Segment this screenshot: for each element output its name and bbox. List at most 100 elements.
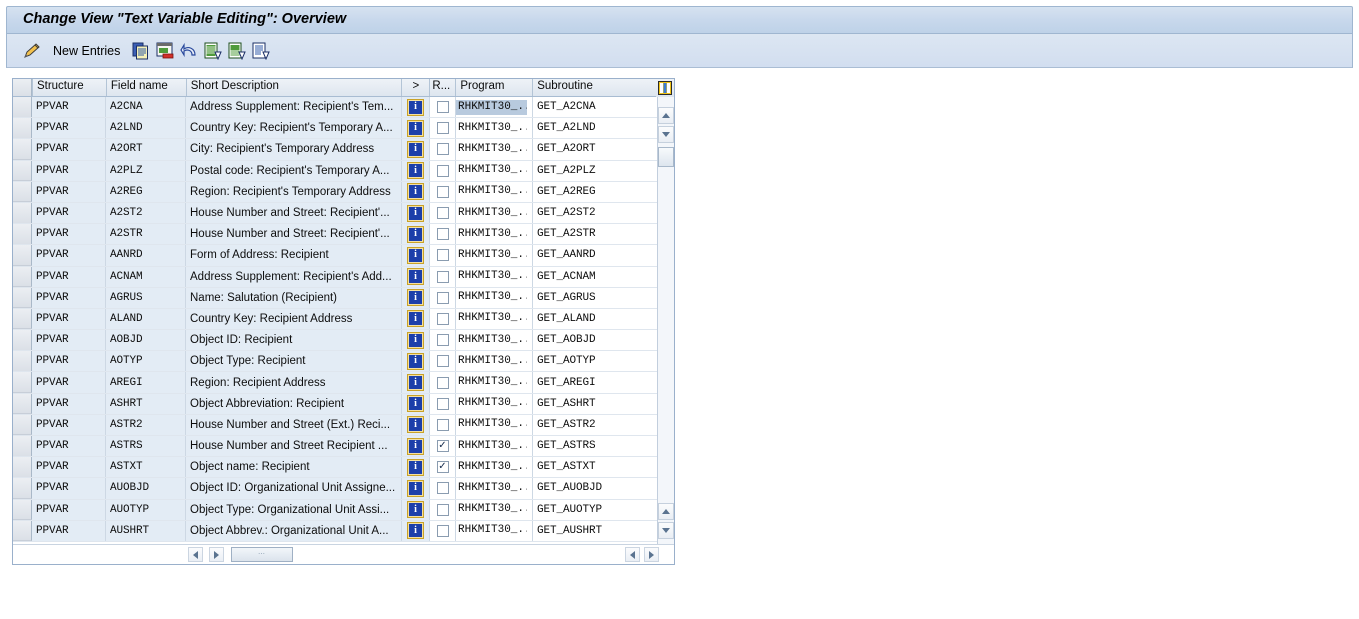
- cell-r-checkbox[interactable]: ✓: [430, 436, 456, 457]
- program-input[interactable]: RHKMIT30_...: [456, 269, 527, 284]
- row-select-handle[interactable]: [13, 372, 32, 393]
- info-icon[interactable]: i: [408, 417, 423, 433]
- cell-structure[interactable]: PPVAR: [32, 118, 106, 139]
- row-select-handle[interactable]: [13, 287, 32, 308]
- info-icon[interactable]: i: [408, 226, 423, 242]
- program-input[interactable]: RHKMIT30_...: [456, 311, 527, 326]
- cell-program[interactable]: RHKMIT30_...: [456, 436, 533, 457]
- row-select-handle[interactable]: [13, 351, 32, 372]
- table-row[interactable]: PPVAR ASTRS House Number and Street Recipi…: [13, 436, 674, 458]
- program-input[interactable]: RHKMIT30_...: [456, 502, 527, 517]
- row-select-handle[interactable]: [13, 457, 32, 478]
- program-input[interactable]: RHKMIT30_...: [456, 396, 527, 411]
- program-input[interactable]: RHKMIT30_...: [456, 227, 527, 242]
- cell-structure[interactable]: PPVAR: [32, 520, 106, 541]
- row-select-handle[interactable]: [13, 181, 32, 202]
- cell-info[interactable]: i: [402, 287, 430, 308]
- table-row[interactable]: PPVAR A2ST2 House Number and Street: Recip…: [13, 202, 674, 225]
- cell-program[interactable]: RHKMIT30_...: [456, 351, 533, 372]
- vertical-scroll-thumb[interactable]: [658, 147, 674, 167]
- cell-r-checkbox[interactable]: [430, 330, 456, 351]
- grid-settings-button[interactable]: [656, 79, 674, 97]
- select-all-column-header[interactable]: [13, 79, 33, 96]
- table-row[interactable]: PPVAR ASTXT Object name: Recipient i ✓ RHKMIT…: [13, 457, 674, 479]
- table-row[interactable]: PPVAR ALAND Country Key: Recipient Address…: [13, 308, 674, 331]
- table-row[interactable]: PPVAR A2PLZ Postal code: Recipient's Tempo…: [13, 160, 674, 182]
- info-icon[interactable]: i: [408, 99, 423, 115]
- cell-structure[interactable]: PPVAR: [32, 266, 106, 287]
- cell-subroutine[interactable]: GET_ASTXT: [533, 457, 674, 478]
- info-icon[interactable]: i: [408, 480, 423, 496]
- page-down-button[interactable]: [658, 522, 674, 539]
- row-select-button[interactable]: [13, 224, 32, 245]
- info-icon[interactable]: i: [408, 311, 423, 327]
- cell-r-checkbox[interactable]: [430, 245, 456, 266]
- deselect-all-button[interactable]: [228, 40, 246, 62]
- cell-subroutine[interactable]: GET_A2LND: [533, 118, 674, 139]
- cell-short_description[interactable]: Object Type: Recipient: [186, 351, 402, 372]
- cell-subroutine[interactable]: GET_ASTRS: [533, 436, 674, 457]
- cell-field_name[interactable]: AGRUS: [106, 287, 186, 308]
- cell-field_name[interactable]: A2REG: [106, 181, 186, 202]
- row-checkbox[interactable]: [436, 334, 449, 347]
- display-change-button[interactable]: [22, 40, 42, 62]
- cell-subroutine[interactable]: GET_AOBJD: [533, 330, 674, 351]
- program-input[interactable]: RHKMIT30_...: [456, 142, 527, 157]
- table-row[interactable]: PPVAR AANRD Form of Address: Recipient i RHK…: [13, 245, 674, 267]
- cell-field_name[interactable]: ASTXT: [106, 457, 186, 478]
- cell-subroutine[interactable]: GET_AREGI: [533, 372, 674, 393]
- table-row[interactable]: PPVAR AUOBJD Object ID: Organizational Uni…: [13, 478, 674, 500]
- info-icon[interactable]: i: [408, 502, 423, 518]
- cell-info[interactable]: i: [402, 224, 430, 245]
- row-checkbox[interactable]: [436, 312, 449, 325]
- table-row[interactable]: PPVAR A2CNA Address Supplement: Recipient'…: [13, 97, 674, 119]
- row-select-button[interactable]: [13, 139, 32, 160]
- cell-info[interactable]: i: [402, 118, 430, 139]
- cell-subroutine[interactable]: GET_ASHRT: [533, 393, 674, 414]
- table-row[interactable]: PPVAR AREGI Region: Recipient Address i RHKM…: [13, 372, 674, 394]
- cell-program[interactable]: RHKMIT30_...: [456, 308, 533, 330]
- cell-program[interactable]: RHKMIT30_...: [456, 372, 533, 393]
- row-checkbox[interactable]: [436, 503, 449, 516]
- cell-structure[interactable]: PPVAR: [32, 351, 106, 372]
- cell-program[interactable]: RHKMIT30_...: [456, 393, 533, 414]
- new-entries-button[interactable]: New Entries: [53, 40, 120, 62]
- row-select-handle[interactable]: [13, 118, 32, 139]
- cell-info[interactable]: i: [402, 393, 430, 414]
- row-checkbox[interactable]: [436, 185, 449, 198]
- cell-program[interactable]: RHKMIT30_...: [456, 414, 533, 435]
- cell-info[interactable]: i: [402, 181, 430, 202]
- table-row[interactable]: PPVAR AOTYP Object Type: Recipient i RHKMIT3…: [13, 351, 674, 373]
- cell-structure[interactable]: PPVAR: [32, 457, 106, 478]
- cell-info[interactable]: i: [402, 351, 430, 372]
- row-checkbox[interactable]: ✓: [436, 440, 449, 453]
- row-select-button[interactable]: [13, 266, 32, 287]
- cell-subroutine[interactable]: GET_AANRD: [533, 245, 674, 266]
- row-select-handle[interactable]: [13, 414, 32, 435]
- cell-r-checkbox[interactable]: [430, 181, 456, 202]
- program-input[interactable]: RHKMIT30_...: [456, 184, 527, 199]
- info-icon[interactable]: i: [408, 247, 423, 263]
- cell-structure[interactable]: PPVAR: [32, 139, 106, 160]
- cell-short_description[interactable]: Object name: Recipient: [186, 457, 402, 478]
- delete-button[interactable]: [156, 40, 174, 62]
- cell-subroutine[interactable]: GET_A2ORT: [533, 139, 674, 160]
- horizontal-scroll-thumb[interactable]: ⋯: [231, 547, 293, 562]
- info-icon[interactable]: i: [408, 290, 423, 306]
- cell-r-checkbox[interactable]: [430, 520, 456, 541]
- cell-r-checkbox[interactable]: [430, 266, 456, 287]
- row-select-handle[interactable]: [13, 393, 32, 414]
- column-header-subroutine[interactable]: Subroutine: [533, 79, 674, 96]
- info-icon[interactable]: i: [408, 353, 423, 369]
- row-select-button[interactable]: [13, 393, 32, 414]
- table-row[interactable]: PPVAR A2ORT City: Recipient's Temporary Ad…: [13, 139, 674, 161]
- row-checkbox[interactable]: [436, 143, 449, 156]
- row-select-button[interactable]: [13, 202, 32, 224]
- info-icon[interactable]: i: [408, 396, 423, 412]
- cell-r-checkbox[interactable]: [430, 499, 456, 520]
- cell-subroutine[interactable]: GET_AGRUS: [533, 287, 674, 308]
- cell-field_name[interactable]: ACNAM: [106, 266, 186, 287]
- column-header-program[interactable]: Program: [456, 79, 534, 96]
- cell-short_description[interactable]: House Number and Street Recipient ...: [186, 436, 402, 457]
- cell-subroutine[interactable]: GET_ACNAM: [533, 266, 674, 287]
